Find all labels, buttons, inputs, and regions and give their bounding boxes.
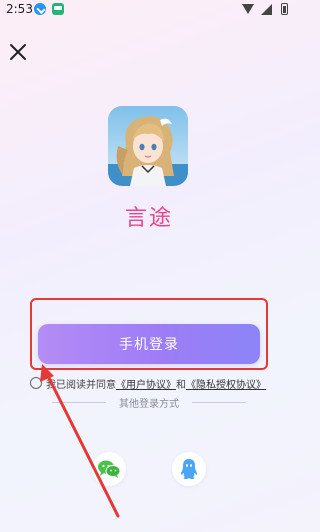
agreement-conjunction: 和 [176,380,186,391]
user-agreement-link[interactable]: 《用户协议》 [116,380,176,391]
divider-line-right [192,402,246,403]
battery-icon [281,3,288,15]
download-icon [34,3,46,15]
agreement-row: 我已阅读并同意《用户协议》和《隐私授权协议》 [30,376,290,392]
wifi-icon [242,4,254,14]
agreement-checkbox[interactable] [30,377,42,389]
status-bar: 2:53 [0,0,298,20]
agreement-text: 我已阅读并同意《用户协议》和《隐私授权协议》 [46,376,266,391]
other-login-divider: 其他登录方式 [52,394,246,410]
app-name: 言途 [124,206,173,231]
signal-icon [261,4,272,15]
wechat-login-button[interactable] [92,452,126,486]
annotation-arrow [40,364,120,518]
wechat-icon [98,460,121,478]
qq-login-button[interactable] [172,452,206,486]
privacy-agreement-link[interactable]: 《隐私授权协议》 [186,380,266,391]
phone-login-button[interactable]: 手机登录 [38,324,260,364]
app-notification-icon [52,3,64,15]
qq-icon [181,459,197,479]
agreement-prefix: 我已阅读并同意 [46,380,116,391]
close-icon[interactable] [8,42,28,62]
status-time: 2:53 [6,2,33,16]
app-icon [108,106,188,186]
